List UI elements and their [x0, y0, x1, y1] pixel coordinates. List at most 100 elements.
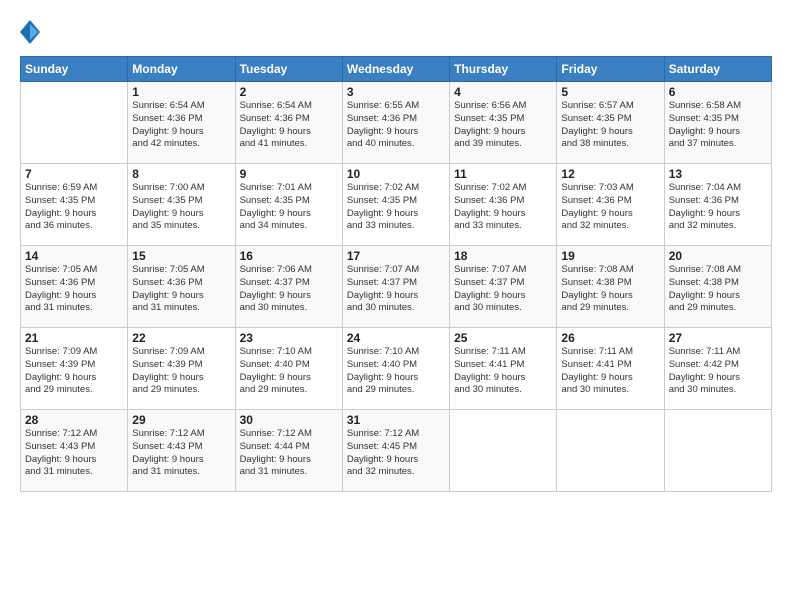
calendar-header-saturday: Saturday: [664, 57, 771, 82]
logo-icon: [20, 18, 40, 46]
calendar-cell: 15Sunrise: 7:05 AM Sunset: 4:36 PM Dayli…: [128, 246, 235, 328]
day-info: Sunrise: 7:10 AM Sunset: 4:40 PM Dayligh…: [240, 346, 338, 397]
calendar-cell: 4Sunrise: 6:56 AM Sunset: 4:35 PM Daylig…: [450, 82, 557, 164]
day-number: 29: [132, 413, 230, 427]
calendar-cell: [450, 410, 557, 492]
calendar-header-tuesday: Tuesday: [235, 57, 342, 82]
calendar-cell: 14Sunrise: 7:05 AM Sunset: 4:36 PM Dayli…: [21, 246, 128, 328]
day-number: 25: [454, 331, 552, 345]
day-info: Sunrise: 7:12 AM Sunset: 4:44 PM Dayligh…: [240, 428, 338, 479]
calendar-cell: 30Sunrise: 7:12 AM Sunset: 4:44 PM Dayli…: [235, 410, 342, 492]
day-info: Sunrise: 7:07 AM Sunset: 4:37 PM Dayligh…: [454, 264, 552, 315]
calendar-cell: 19Sunrise: 7:08 AM Sunset: 4:38 PM Dayli…: [557, 246, 664, 328]
day-number: 9: [240, 167, 338, 181]
day-number: 4: [454, 85, 552, 99]
calendar-header-wednesday: Wednesday: [342, 57, 449, 82]
day-info: Sunrise: 7:08 AM Sunset: 4:38 PM Dayligh…: [669, 264, 767, 315]
day-info: Sunrise: 7:04 AM Sunset: 4:36 PM Dayligh…: [669, 182, 767, 233]
day-number: 7: [25, 167, 123, 181]
day-info: Sunrise: 7:06 AM Sunset: 4:37 PM Dayligh…: [240, 264, 338, 315]
day-number: 20: [669, 249, 767, 263]
day-number: 11: [454, 167, 552, 181]
day-info: Sunrise: 6:55 AM Sunset: 4:36 PM Dayligh…: [347, 100, 445, 151]
day-number: 16: [240, 249, 338, 263]
calendar-week-0: 1Sunrise: 6:54 AM Sunset: 4:36 PM Daylig…: [21, 82, 772, 164]
calendar-cell: 24Sunrise: 7:10 AM Sunset: 4:40 PM Dayli…: [342, 328, 449, 410]
day-number: 21: [25, 331, 123, 345]
logo: [20, 18, 44, 46]
day-info: Sunrise: 7:11 AM Sunset: 4:41 PM Dayligh…: [561, 346, 659, 397]
day-info: Sunrise: 6:56 AM Sunset: 4:35 PM Dayligh…: [454, 100, 552, 151]
calendar-cell: 18Sunrise: 7:07 AM Sunset: 4:37 PM Dayli…: [450, 246, 557, 328]
day-number: 5: [561, 85, 659, 99]
day-info: Sunrise: 7:11 AM Sunset: 4:41 PM Dayligh…: [454, 346, 552, 397]
day-number: 24: [347, 331, 445, 345]
calendar-header-monday: Monday: [128, 57, 235, 82]
day-number: 10: [347, 167, 445, 181]
day-info: Sunrise: 6:59 AM Sunset: 4:35 PM Dayligh…: [25, 182, 123, 233]
calendar-cell: 16Sunrise: 7:06 AM Sunset: 4:37 PM Dayli…: [235, 246, 342, 328]
calendar-cell: 21Sunrise: 7:09 AM Sunset: 4:39 PM Dayli…: [21, 328, 128, 410]
calendar-week-3: 21Sunrise: 7:09 AM Sunset: 4:39 PM Dayli…: [21, 328, 772, 410]
day-info: Sunrise: 6:54 AM Sunset: 4:36 PM Dayligh…: [132, 100, 230, 151]
calendar-cell: 22Sunrise: 7:09 AM Sunset: 4:39 PM Dayli…: [128, 328, 235, 410]
day-number: 13: [669, 167, 767, 181]
calendar-cell: 25Sunrise: 7:11 AM Sunset: 4:41 PM Dayli…: [450, 328, 557, 410]
calendar-cell: 26Sunrise: 7:11 AM Sunset: 4:41 PM Dayli…: [557, 328, 664, 410]
calendar-cell: 13Sunrise: 7:04 AM Sunset: 4:36 PM Dayli…: [664, 164, 771, 246]
calendar-cell: 5Sunrise: 6:57 AM Sunset: 4:35 PM Daylig…: [557, 82, 664, 164]
calendar-cell: 8Sunrise: 7:00 AM Sunset: 4:35 PM Daylig…: [128, 164, 235, 246]
day-number: 23: [240, 331, 338, 345]
calendar-cell: 20Sunrise: 7:08 AM Sunset: 4:38 PM Dayli…: [664, 246, 771, 328]
calendar-header-row: SundayMondayTuesdayWednesdayThursdayFrid…: [21, 57, 772, 82]
day-info: Sunrise: 7:00 AM Sunset: 4:35 PM Dayligh…: [132, 182, 230, 233]
day-number: 15: [132, 249, 230, 263]
calendar-cell: [664, 410, 771, 492]
day-info: Sunrise: 7:02 AM Sunset: 4:36 PM Dayligh…: [454, 182, 552, 233]
calendar-cell: 28Sunrise: 7:12 AM Sunset: 4:43 PM Dayli…: [21, 410, 128, 492]
day-info: Sunrise: 6:57 AM Sunset: 4:35 PM Dayligh…: [561, 100, 659, 151]
calendar-week-1: 7Sunrise: 6:59 AM Sunset: 4:35 PM Daylig…: [21, 164, 772, 246]
calendar-cell: 6Sunrise: 6:58 AM Sunset: 4:35 PM Daylig…: [664, 82, 771, 164]
day-number: 28: [25, 413, 123, 427]
day-number: 22: [132, 331, 230, 345]
day-info: Sunrise: 7:12 AM Sunset: 4:45 PM Dayligh…: [347, 428, 445, 479]
day-info: Sunrise: 6:58 AM Sunset: 4:35 PM Dayligh…: [669, 100, 767, 151]
day-number: 26: [561, 331, 659, 345]
calendar-cell: 27Sunrise: 7:11 AM Sunset: 4:42 PM Dayli…: [664, 328, 771, 410]
day-info: Sunrise: 7:05 AM Sunset: 4:36 PM Dayligh…: [132, 264, 230, 315]
calendar-cell: [557, 410, 664, 492]
day-info: Sunrise: 7:02 AM Sunset: 4:35 PM Dayligh…: [347, 182, 445, 233]
calendar-cell: 23Sunrise: 7:10 AM Sunset: 4:40 PM Dayli…: [235, 328, 342, 410]
calendar-cell: 2Sunrise: 6:54 AM Sunset: 4:36 PM Daylig…: [235, 82, 342, 164]
day-info: Sunrise: 7:12 AM Sunset: 4:43 PM Dayligh…: [132, 428, 230, 479]
calendar-cell: [21, 82, 128, 164]
day-info: Sunrise: 7:01 AM Sunset: 4:35 PM Dayligh…: [240, 182, 338, 233]
calendar-cell: 11Sunrise: 7:02 AM Sunset: 4:36 PM Dayli…: [450, 164, 557, 246]
calendar-cell: 10Sunrise: 7:02 AM Sunset: 4:35 PM Dayli…: [342, 164, 449, 246]
calendar-cell: 7Sunrise: 6:59 AM Sunset: 4:35 PM Daylig…: [21, 164, 128, 246]
calendar-header-friday: Friday: [557, 57, 664, 82]
day-info: Sunrise: 7:11 AM Sunset: 4:42 PM Dayligh…: [669, 346, 767, 397]
day-info: Sunrise: 7:03 AM Sunset: 4:36 PM Dayligh…: [561, 182, 659, 233]
calendar-cell: 31Sunrise: 7:12 AM Sunset: 4:45 PM Dayli…: [342, 410, 449, 492]
day-info: Sunrise: 7:09 AM Sunset: 4:39 PM Dayligh…: [25, 346, 123, 397]
day-info: Sunrise: 7:12 AM Sunset: 4:43 PM Dayligh…: [25, 428, 123, 479]
day-number: 17: [347, 249, 445, 263]
header: [20, 18, 772, 46]
day-number: 8: [132, 167, 230, 181]
calendar-cell: 3Sunrise: 6:55 AM Sunset: 4:36 PM Daylig…: [342, 82, 449, 164]
calendar-cell: 12Sunrise: 7:03 AM Sunset: 4:36 PM Dayli…: [557, 164, 664, 246]
day-info: Sunrise: 6:54 AM Sunset: 4:36 PM Dayligh…: [240, 100, 338, 151]
day-number: 3: [347, 85, 445, 99]
day-number: 6: [669, 85, 767, 99]
day-number: 18: [454, 249, 552, 263]
day-number: 1: [132, 85, 230, 99]
calendar: SundayMondayTuesdayWednesdayThursdayFrid…: [20, 56, 772, 492]
calendar-week-2: 14Sunrise: 7:05 AM Sunset: 4:36 PM Dayli…: [21, 246, 772, 328]
page: SundayMondayTuesdayWednesdayThursdayFrid…: [0, 0, 792, 612]
calendar-cell: 9Sunrise: 7:01 AM Sunset: 4:35 PM Daylig…: [235, 164, 342, 246]
day-number: 27: [669, 331, 767, 345]
day-number: 31: [347, 413, 445, 427]
day-number: 19: [561, 249, 659, 263]
